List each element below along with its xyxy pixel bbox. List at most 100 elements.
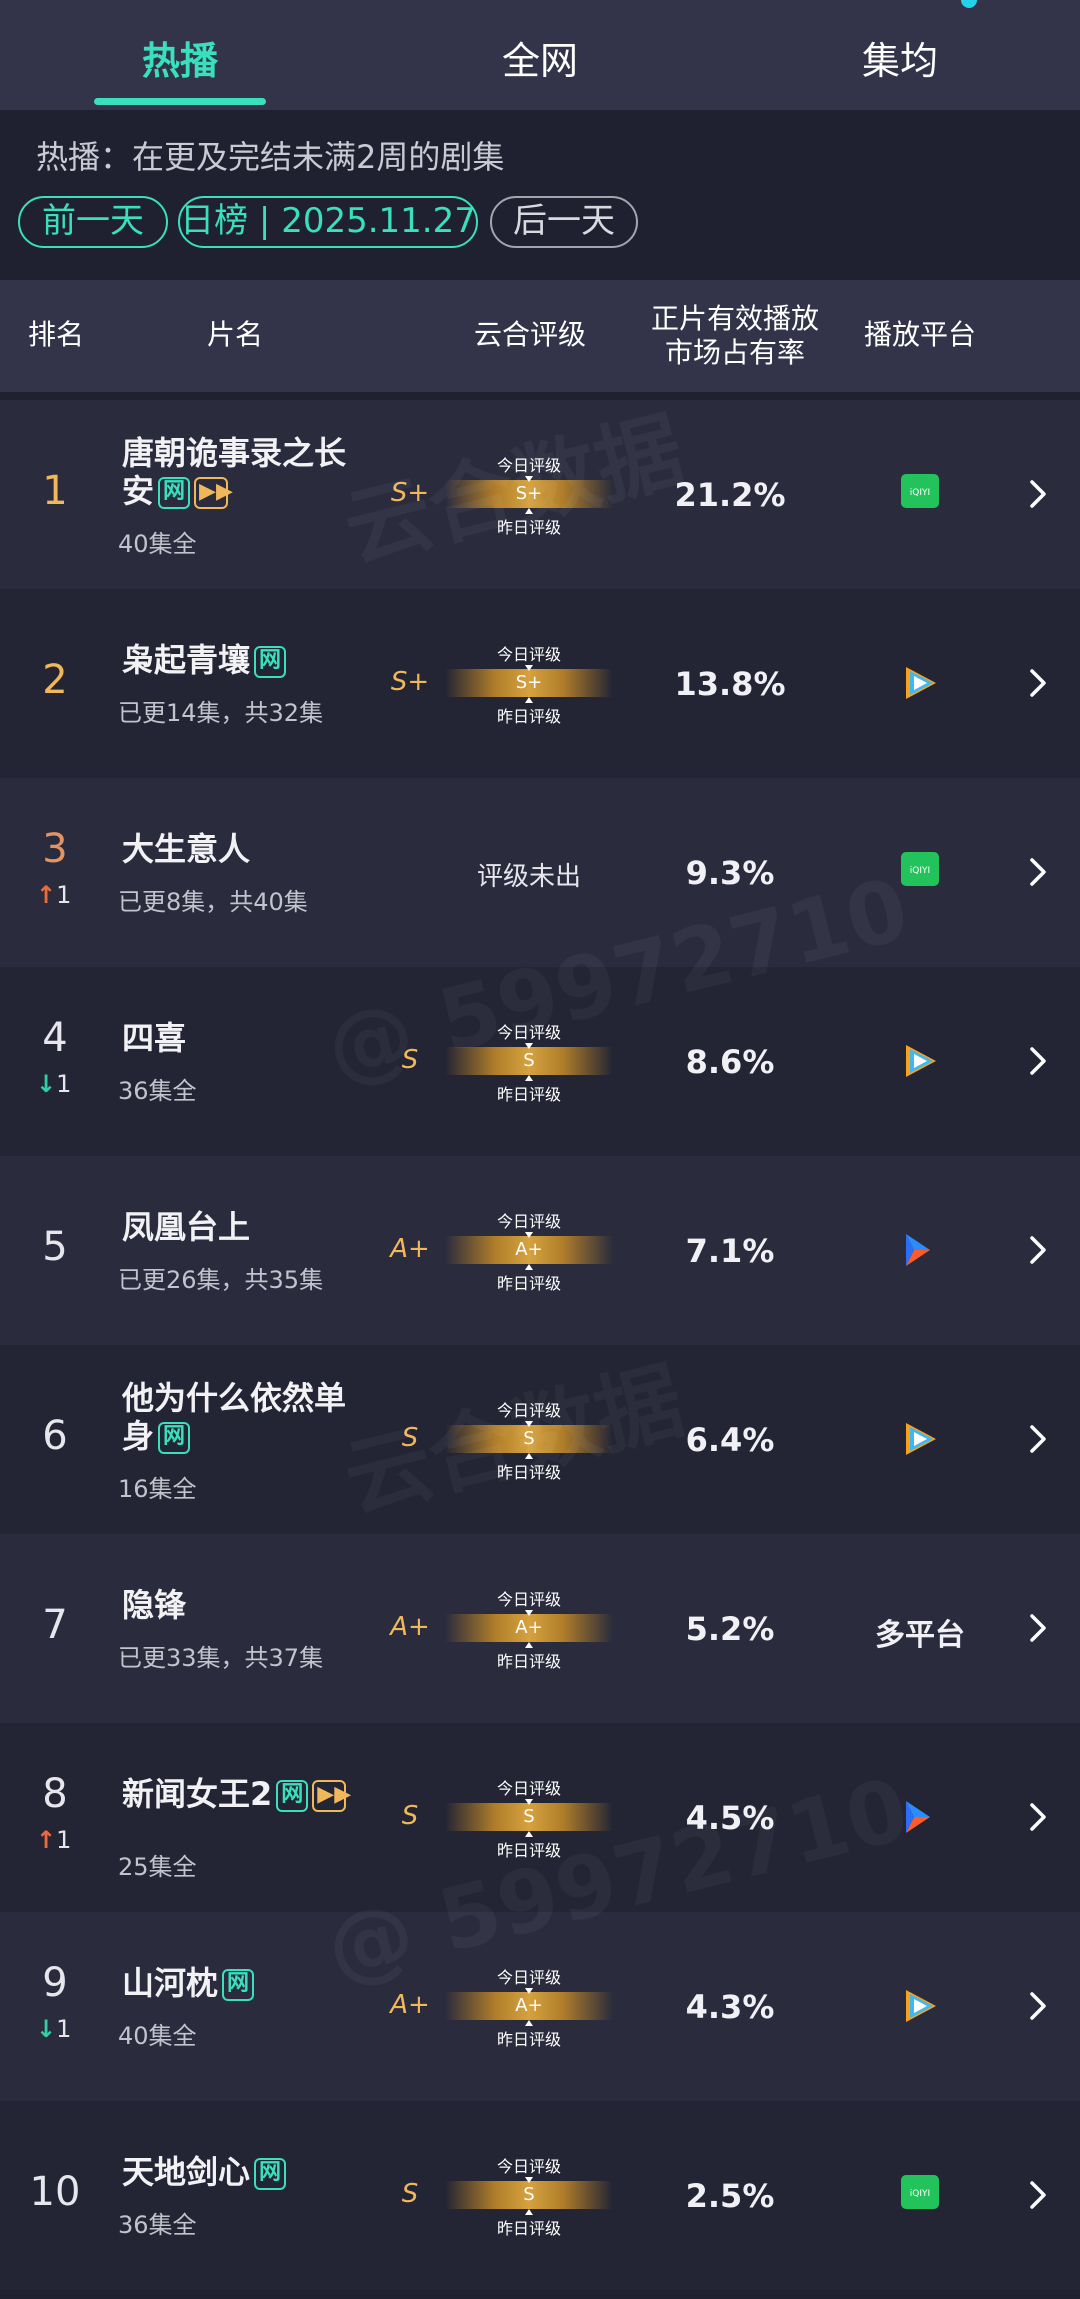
table-row[interactable]: 3 ↑1 大生意人 已更8集，共40集 评级未出 9.3% iQIYI [0,778,1080,967]
rating-gauge: 今日评级 S 昨日评级 [445,2147,613,2243]
svg-text:iQIYI: iQIYI [910,2189,930,2199]
today-rating-label: 今日评级 [496,456,561,475]
youku-icon [860,1230,980,1274]
drama-title-text: 新闻女王2 [122,1775,273,1813]
rating-value: A+ [515,1995,543,2016]
rating-gauge: 今日评级 A+ 昨日评级 [445,1958,613,2054]
drama-title-text: 四喜 [122,1019,187,1057]
youku-icon [860,1797,980,1841]
rank-change: ↓1 [36,2015,96,2043]
iqiyi-icon: iQIYI [860,474,980,512]
today-rating-label: 今日评级 [496,1968,561,1987]
drama-title-text: 凤凰台上 [122,1208,251,1246]
market-share: 8.6% [685,1043,775,1081]
rating-grade: A+ [390,1990,430,2020]
table-row[interactable]: 2 枭起青壤网已更14集，共32集 S+ 今日评级 S+ 昨日评级 13.8% [0,589,1080,778]
chevron-right-icon[interactable] [1026,1608,1050,1648]
table-row[interactable]: 9 ↓1 山河枕网 40集全 A+ 今日评级 A+ 昨日评级 4.3% [0,1912,1080,2101]
date-selector[interactable]: 日榜 | 2025.11.27 [178,196,478,248]
rank-change-amount: 1 [56,2015,72,2043]
svg-text:iQIYI: iQIYI [910,866,930,876]
episode-status: 36集全 [118,1077,197,1105]
today-rating-label: 今日评级 [496,1401,561,1420]
web-drama-badge: 网 [254,2158,287,2190]
active-tab-indicator [94,98,266,105]
yesterday-rating-label: 昨日评级 [496,1463,561,1482]
drama-title[interactable]: 山河枕网 [122,1964,372,2002]
arrow-down-icon: ↓ [36,2015,57,2043]
chevron-right-icon[interactable] [1026,663,1050,703]
table-row[interactable]: 4 ↓1 四喜 36集全 S 今日评级 S 昨日评级 8.6% [0,967,1080,1156]
web-drama-badge: 网 [254,646,287,678]
table-row[interactable]: 7 隐锋 已更33集，共37集 A+ 今日评级 A+ 昨日评级 5.2% 多平台 [0,1534,1080,1723]
chevron-right-icon[interactable] [1026,852,1050,892]
market-share: 5.2% [685,1610,775,1648]
tab-episode-average[interactable]: 集均 [780,30,1020,85]
tencent-video-icon [860,1041,980,1085]
rank-change: ↑1 [36,1826,96,1854]
arrow-down-icon: ↓ [36,1070,57,1098]
market-share: 7.1% [685,1232,775,1270]
tab-all-network[interactable]: 全网 [420,30,660,85]
prev-day-button[interactable]: 前一天 [18,196,168,248]
table-row[interactable]: 1 唐朝诡事录之长安网 ▶▶ 40集全 S+ 今日评级 S+ 昨日评级 21.2% iQIYI [0,400,1080,589]
rank-number: 10 [29,2169,81,2215]
table-row[interactable]: 8 ↑1 新闻女王2 网 ▶▶ 25集全 S 今日评级 S 昨日评级 4.5% [0,1723,1080,1912]
today-rating-label: 今日评级 [496,645,561,664]
chevron-right-icon[interactable] [1026,2175,1050,2215]
rank-change-amount: 1 [56,1826,72,1854]
drama-title[interactable]: 天地剑心网 [122,2153,372,2191]
next-day-button[interactable]: 后一天 [490,196,638,248]
rank-number: 2 [42,657,68,703]
web-drama-badge: 网 [222,1969,255,2001]
yesterday-rating-label: 昨日评级 [496,1085,561,1104]
drama-title[interactable]: 唐朝诡事录之长安网 ▶▶ [122,434,372,510]
yesterday-rating-label: 昨日评级 [496,1841,561,1860]
chevron-right-icon[interactable] [1026,1041,1050,1081]
episode-status: 36集全 [118,2211,197,2239]
episode-status: 16集全 [118,1475,197,1503]
chevron-right-icon[interactable] [1026,1986,1050,2026]
drama-title[interactable]: 大生意人 [122,830,372,868]
drama-title-text: 大生意人 [122,830,251,868]
rank-number: 8 [42,1771,68,1817]
tencent-video-icon [860,1986,980,2030]
rating-value: A+ [515,1617,543,1638]
column-title: 片名 [206,318,263,351]
table-row[interactable]: 10 天地剑心网 36集全 S 今日评级 S 昨日评级 2.5% iQIYI [0,2101,1080,2290]
list-description: 热播：在更及完结未满2周的剧集 [36,138,505,176]
drama-title[interactable]: 四喜 [122,1019,372,1057]
drama-title[interactable]: 枭起青壤网 [122,641,372,679]
rating-value: S [523,1050,535,1071]
market-share: 21.2% [674,476,786,514]
rank-change-amount: 1 [56,881,72,909]
episode-status: 已更26集，共35集 [118,1266,324,1294]
market-share: 6.4% [685,1421,775,1459]
table-row[interactable]: 6 他为什么依然单身网 16集全 S 今日评级 S 昨日评级 6.4% [0,1345,1080,1534]
chevron-right-icon[interactable] [1026,1419,1050,1459]
drama-title[interactable]: 新闻女王2 网 ▶▶ [122,1775,372,1813]
table-row[interactable]: 5 凤凰台上 已更26集，共35集 A+ 今日评级 A+ 昨日评级 7.1% [0,1156,1080,1345]
market-share: 2.5% [685,2177,775,2215]
rank-number: 4 [42,1015,68,1061]
rank-change-amount: 1 [56,1070,72,1098]
chevron-right-icon[interactable] [1026,1230,1050,1270]
drama-title-text: 山河枕 [122,1964,219,2002]
drama-title[interactable]: 他为什么依然单身网 [122,1379,372,1455]
episode-status: 40集全 [118,530,197,558]
drama-title[interactable]: 隐锋 [122,1586,372,1624]
yesterday-rating-label: 昨日评级 [496,707,561,726]
chevron-right-icon[interactable] [1026,474,1050,514]
yesterday-rating-label: 昨日评级 [496,518,561,537]
rating-gauge: 今日评级 S 昨日评级 [445,1013,613,1109]
drama-title[interactable]: 凤凰台上 [122,1208,372,1246]
web-drama-badge: 网 [276,1780,309,1812]
yesterday-rating-label: 昨日评级 [496,1652,561,1671]
chevron-right-icon[interactable] [1026,1797,1050,1837]
rating-gauge: 今日评级 S 昨日评级 [445,1769,613,1865]
iqiyi-icon: iQIYI [860,852,980,890]
tab-hot[interactable]: 热播 [60,30,300,85]
rank-change: ↑1 [36,881,96,909]
rank-number: 7 [42,1602,68,1648]
rating-gauge: 今日评级 A+ 昨日评级 [445,1580,613,1676]
